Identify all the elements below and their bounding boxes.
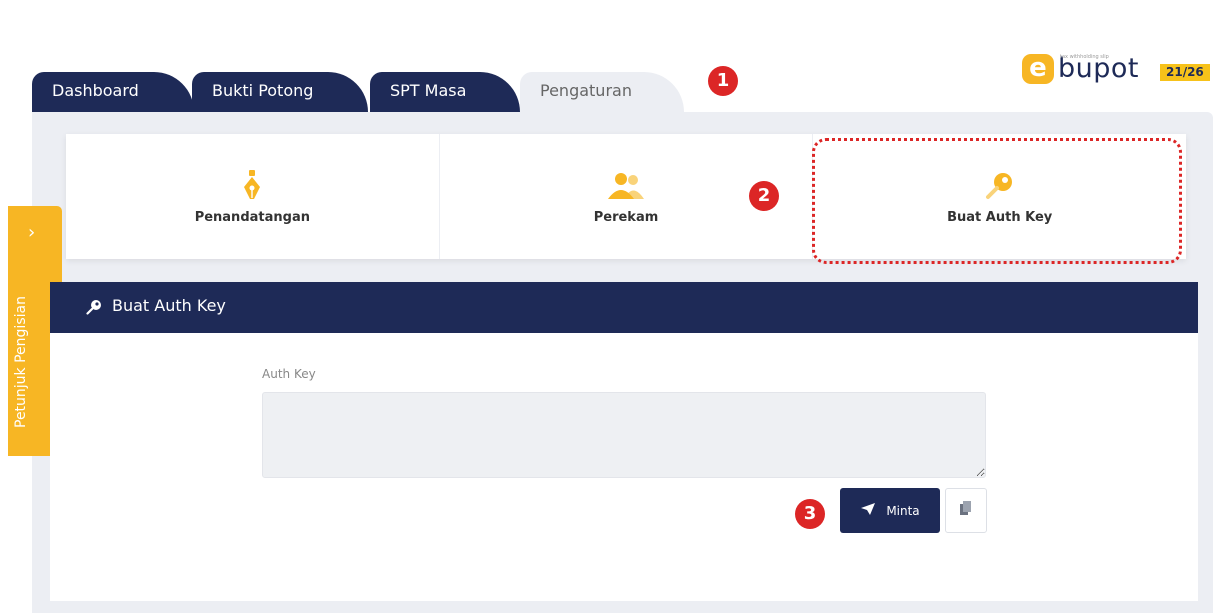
auth-key-label: Auth Key	[262, 367, 316, 381]
card-penandatangan[interactable]: Penandatangan	[66, 134, 440, 259]
send-icon	[860, 502, 876, 519]
step-marker-3: 3	[795, 499, 825, 529]
copy-icon	[959, 501, 973, 520]
card-label-penandatangan: Penandatangan	[194, 210, 310, 225]
tab-spt-masa[interactable]: SPT Masa	[370, 72, 520, 112]
chevron-right-icon: ›	[28, 222, 36, 243]
card-label-perekam: Perekam	[593, 210, 659, 225]
auth-key-field[interactable]	[262, 392, 986, 478]
brand-e-badge: e	[1022, 54, 1054, 84]
tab-bukti-potong[interactable]: Bukti Potong	[192, 72, 368, 112]
highlight-frame	[812, 138, 1182, 264]
petunjuk-pengisian-label: Petunjuk Pengisian	[13, 296, 29, 428]
section-title: Buat Auth Key	[112, 296, 226, 315]
step-marker-2: 2	[749, 181, 779, 211]
step-marker-1: 1	[708, 66, 738, 96]
minta-button[interactable]: Minta	[840, 488, 940, 533]
pen-nib-icon	[242, 168, 262, 200]
key-icon	[86, 299, 102, 319]
page-indicator: 21/26	[1160, 64, 1210, 81]
ebupot-logo: e tax withholding slip bupot 21/26	[1022, 52, 1210, 86]
copy-button[interactable]	[945, 488, 987, 533]
brand-tagline: tax withholding slip	[1060, 54, 1109, 60]
tab-dashboard[interactable]: Dashboard	[32, 72, 194, 112]
minta-button-label: Minta	[886, 503, 920, 518]
section-header: Buat Auth Key	[50, 282, 1198, 333]
tab-pengaturan[interactable]: Pengaturan	[520, 72, 684, 112]
users-icon	[606, 168, 646, 200]
